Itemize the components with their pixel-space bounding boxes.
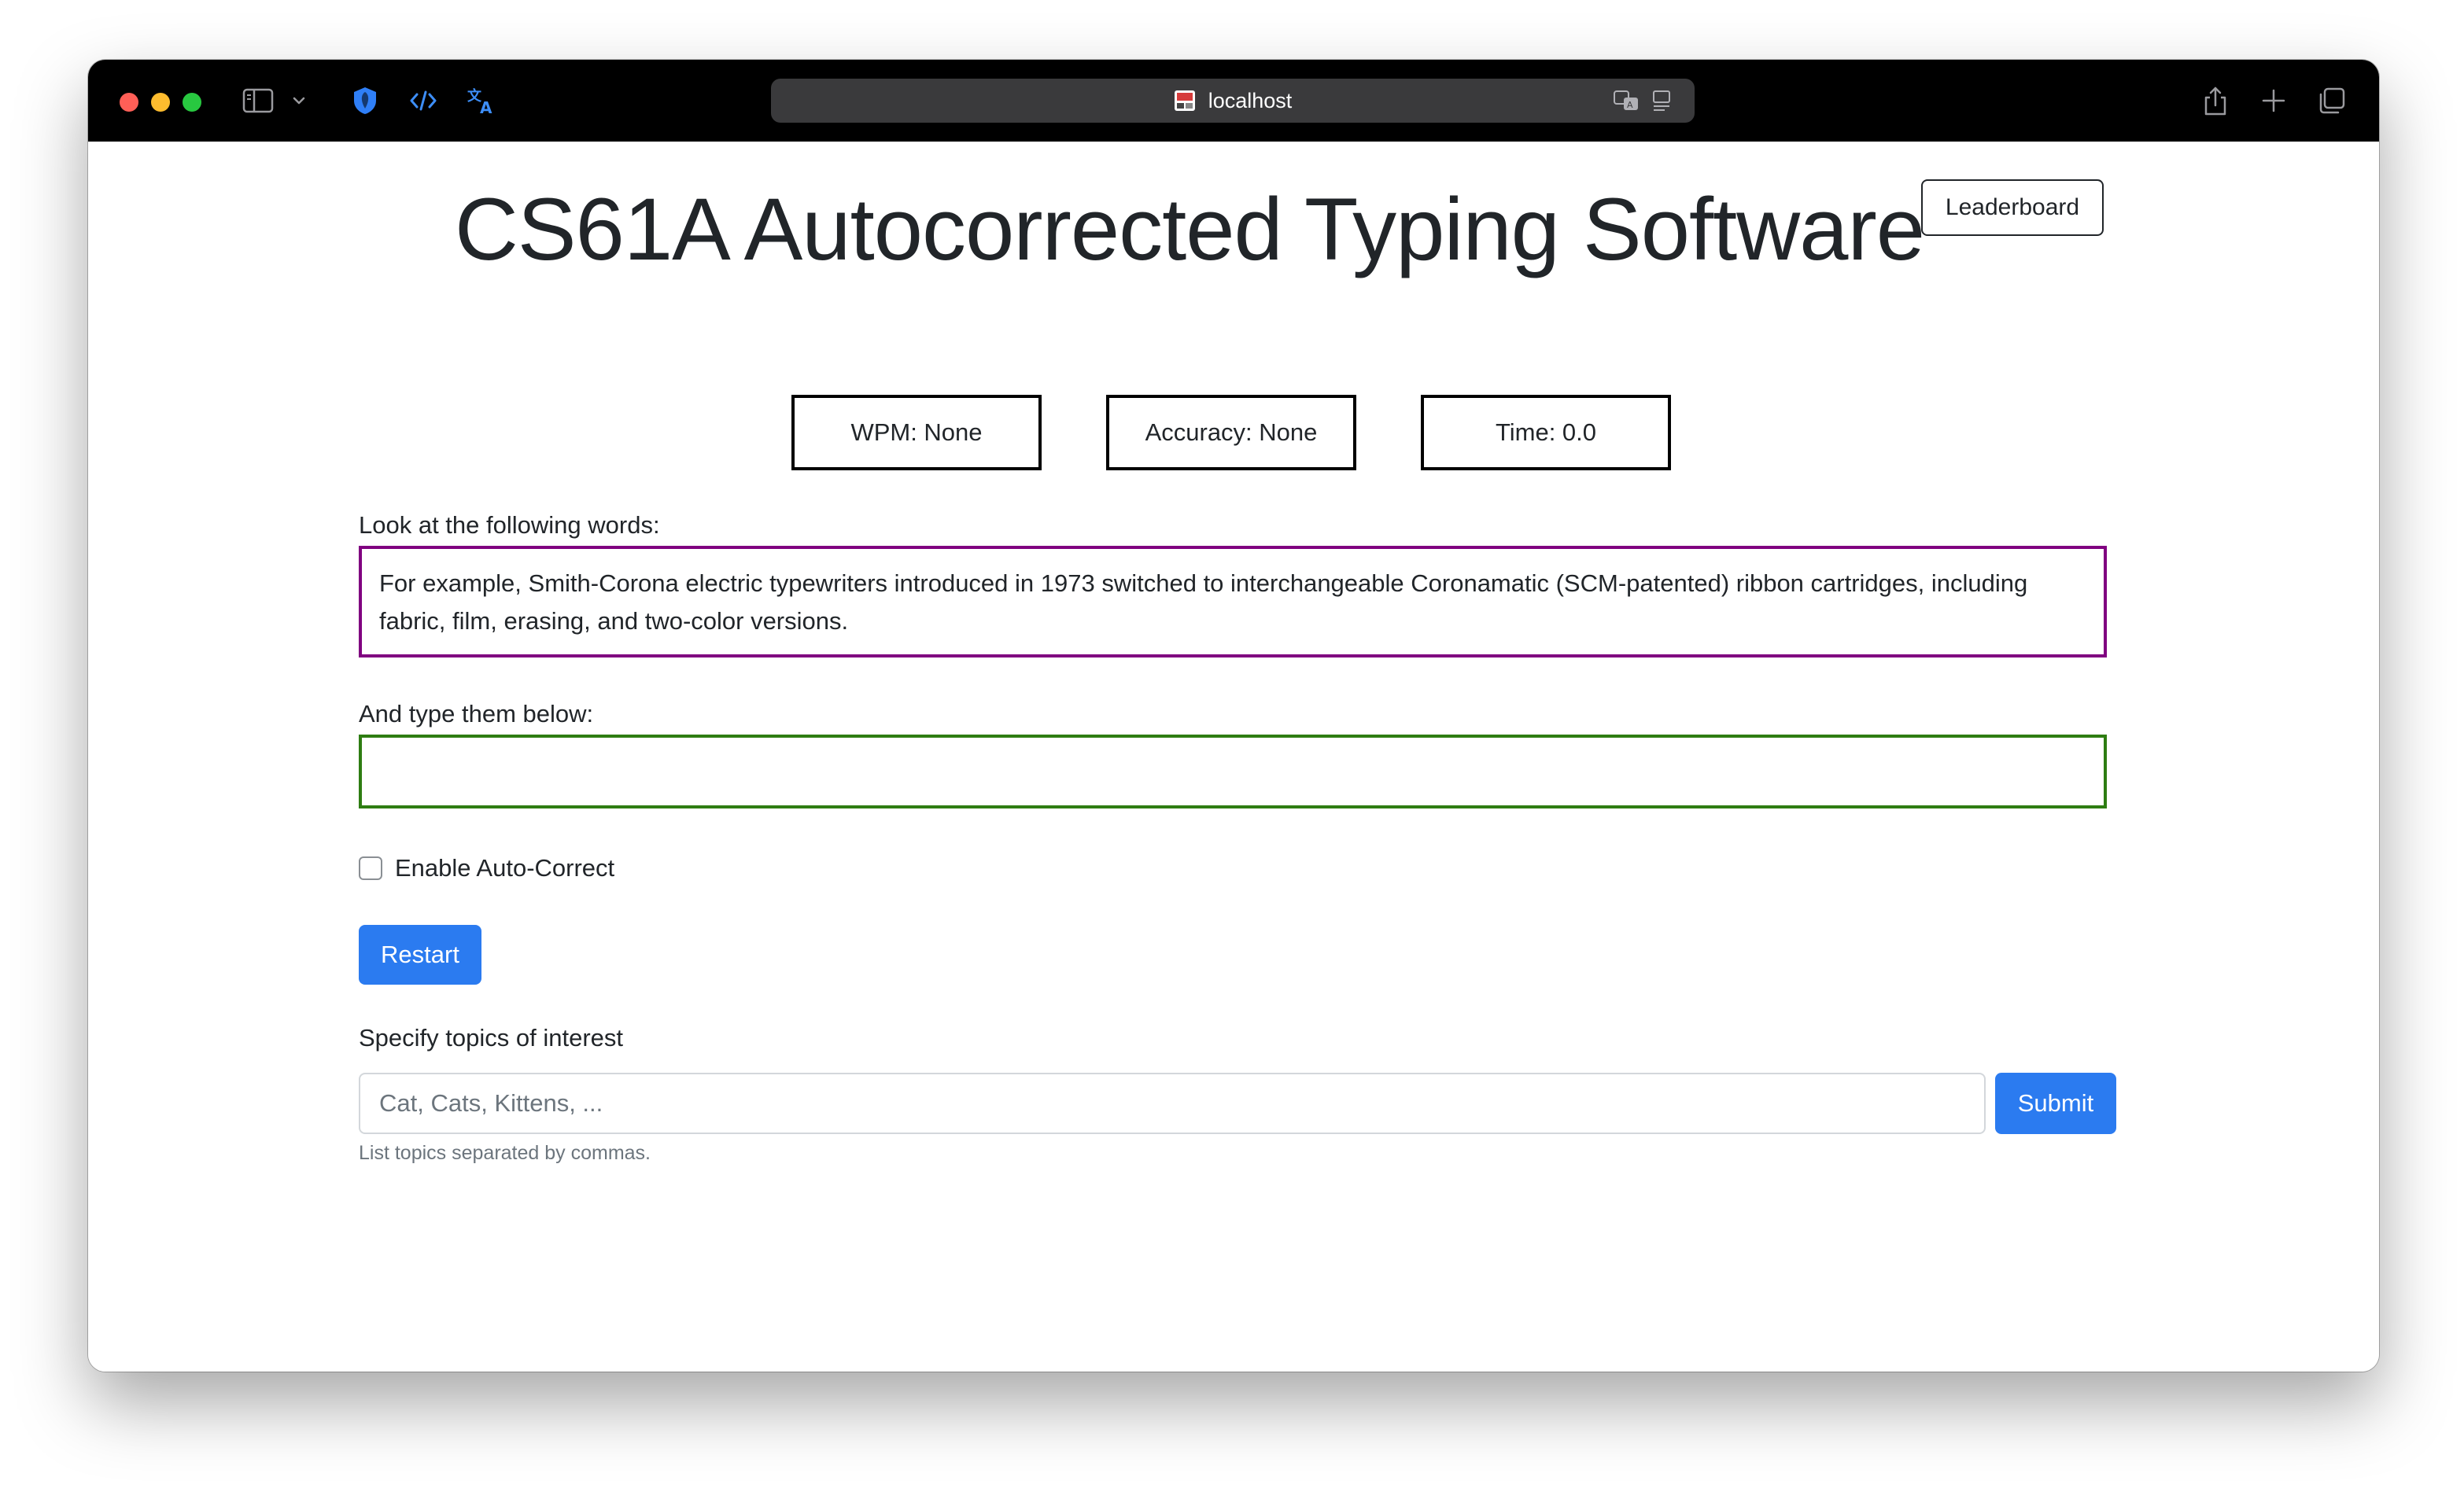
translate-icon[interactable]: A bbox=[1613, 88, 1641, 117]
prompt-text: For example, Smith-Corona electric typew… bbox=[359, 546, 2107, 657]
page-content: CS61A Autocorrected Typing Software Lead… bbox=[88, 142, 2379, 1372]
topics-label: Specify topics of interest bbox=[359, 1024, 623, 1052]
plus-icon[interactable] bbox=[2256, 80, 2291, 121]
time-stat: Time: 0.0 bbox=[1421, 395, 1671, 470]
close-window-button[interactable] bbox=[120, 93, 138, 112]
share-icon[interactable] bbox=[2198, 80, 2233, 121]
submit-button[interactable]: Submit bbox=[1995, 1073, 2116, 1134]
prompt-label: Look at the following words: bbox=[359, 511, 660, 539]
autocorrect-row[interactable]: Enable Auto-Correct bbox=[359, 851, 614, 886]
accuracy-stat: Accuracy: None bbox=[1106, 395, 1356, 470]
site-favicon-icon bbox=[1174, 90, 1195, 111]
autocorrect-label[interactable]: Enable Auto-Correct bbox=[395, 854, 614, 882]
topics-input[interactable] bbox=[359, 1073, 1986, 1134]
svg-text:A: A bbox=[1627, 100, 1633, 110]
chevron-down-icon[interactable] bbox=[290, 80, 308, 121]
code-icon[interactable] bbox=[406, 80, 441, 121]
wpm-stat: WPM: None bbox=[791, 395, 1042, 470]
typing-input[interactable] bbox=[359, 735, 2107, 808]
leaderboard-button[interactable]: Leaderboard bbox=[1921, 179, 2104, 236]
typing-label: And type them below: bbox=[359, 700, 594, 727]
address-text: localhost bbox=[1208, 88, 1293, 112]
translate-icon[interactable]: 文 A bbox=[464, 80, 499, 121]
tab-overview-icon[interactable] bbox=[2315, 80, 2349, 121]
shield-extension-icon[interactable] bbox=[348, 80, 382, 121]
address-bar-content: localhost bbox=[771, 79, 1695, 123]
topics-help-text: List topics separated by commas. bbox=[359, 1142, 651, 1164]
sidebar-icon[interactable] bbox=[241, 80, 275, 121]
reader-icon[interactable] bbox=[1651, 88, 1673, 117]
restart-button[interactable]: Restart bbox=[359, 925, 481, 985]
screenshot-stage: 文 A localhost A CS61A Autocorrected Typi… bbox=[0, 0, 2464, 1488]
maximize-window-button[interactable] bbox=[183, 93, 201, 112]
minimize-window-button[interactable] bbox=[151, 93, 170, 112]
autocorrect-checkbox[interactable] bbox=[359, 856, 382, 880]
browser-toolbar: 文 A localhost A bbox=[88, 60, 2379, 142]
address-bar[interactable]: localhost A bbox=[771, 79, 1695, 123]
browser-window: 文 A localhost A CS61A Autocorrected Typi… bbox=[88, 60, 2379, 1372]
svg-text:A: A bbox=[480, 98, 492, 116]
page-title: CS61A Autocorrected Typing Software bbox=[454, 180, 1925, 278]
